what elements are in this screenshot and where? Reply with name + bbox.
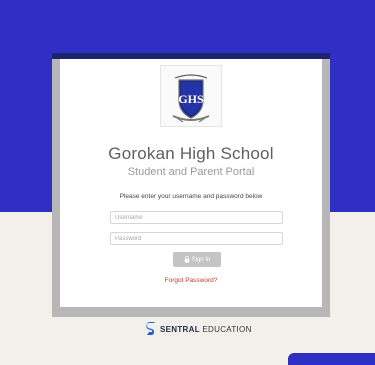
login-card: GHS Gorokan High School Student and Pare…: [60, 59, 322, 307]
password-input[interactable]: [110, 232, 283, 245]
corner-accent: [288, 353, 375, 365]
sign-in-label: Sign In: [191, 256, 211, 263]
school-name: Gorokan High School: [108, 144, 274, 163]
brand-bold-text: SENTRAL: [160, 324, 200, 334]
school-crest-icon: GHS: [172, 74, 210, 123]
school-logo: GHS: [160, 65, 222, 127]
sign-in-button[interactable]: Sign In: [173, 252, 221, 267]
username-input[interactable]: [110, 211, 283, 224]
brand-footer: SENTRAL EDUCATION: [146, 322, 252, 336]
crest-text: GHS: [178, 92, 204, 106]
login-instructions: Please enter your username and password …: [119, 193, 263, 200]
portal-subtitle: Student and Parent Portal: [127, 166, 255, 178]
sentral-logo-icon: [146, 322, 155, 335]
brand-text: SENTRAL EDUCATION: [160, 325, 252, 334]
brand-rest-text: EDUCATION: [202, 324, 252, 334]
lock-icon: [184, 256, 189, 263]
forgot-password-link[interactable]: Forgot Password?: [60, 277, 322, 284]
